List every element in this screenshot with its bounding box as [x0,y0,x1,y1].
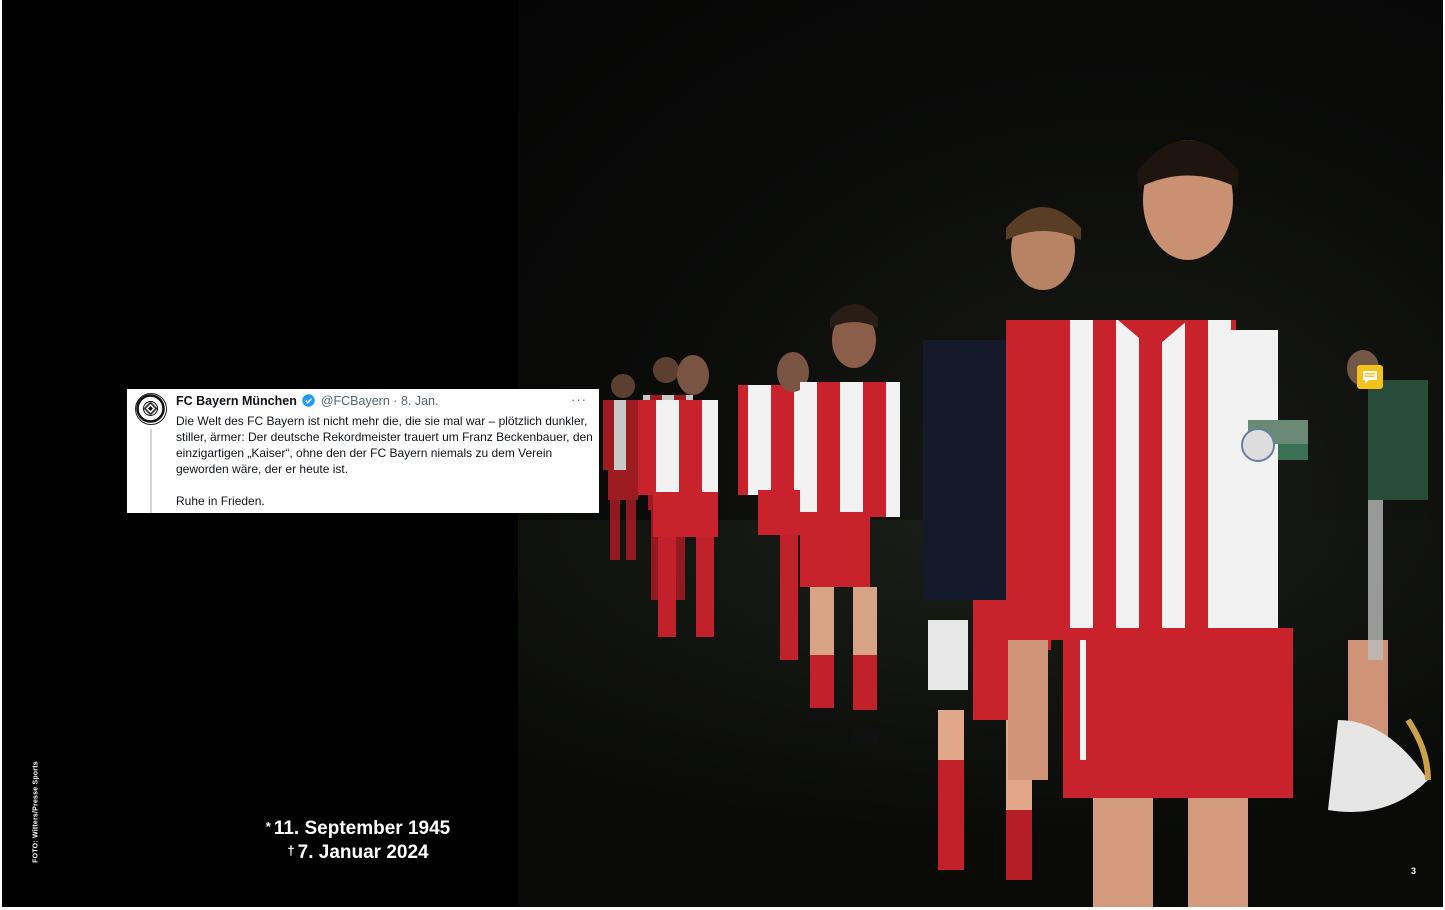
header-separator: · [393,394,398,408]
comment-glyph [1363,371,1377,384]
death-symbol: † [287,843,295,858]
team-walkout-photo [518,0,1443,907]
birth-date: 11. September 1945 [273,818,451,839]
author-name[interactable]: FC Bayern München [176,394,297,408]
page-number: 3 [1411,866,1417,876]
more-options-icon[interactable]: ··· [571,392,587,407]
tweet-date[interactable]: 8. Jan. [401,394,439,408]
death-date-line: † 7. Januar 2024 [258,841,458,865]
comment-icon[interactable] [1357,365,1383,389]
fc-bayern-logo-icon[interactable] [135,393,167,425]
magazine-spread: FOTO: Witters/Presse Sports * 11. Septemb… [2,0,1443,907]
tweet-text: Die Welt des FC Bayern ist nicht mehr di… [176,414,593,476]
author-handle[interactable]: @FCBayern [321,394,390,408]
photo-illustration [518,140,1443,907]
embedded-tweet[interactable]: FC Bayern München @FCBayern · 8. Jan. ··… [127,389,599,513]
death-date: 7. Januar 2024 [297,842,429,863]
life-dates: * 11. September 1945 † 7. Januar 2024 [258,817,458,865]
tweet-body: Die Welt des FC Bayern ist nicht mehr di… [176,413,594,509]
photo-credit: FOTO: Witters/Presse Sports [32,761,40,863]
thread-line [150,429,152,513]
birth-symbol: * [265,819,271,834]
tweet-sign-off: Ruhe in Frieden. [176,494,265,508]
birth-date-line: * 11. September 1945 [258,817,458,841]
verified-badge-icon [302,394,316,410]
tweet-header: FC Bayern München @FCBayern · 8. Jan. [176,394,438,410]
